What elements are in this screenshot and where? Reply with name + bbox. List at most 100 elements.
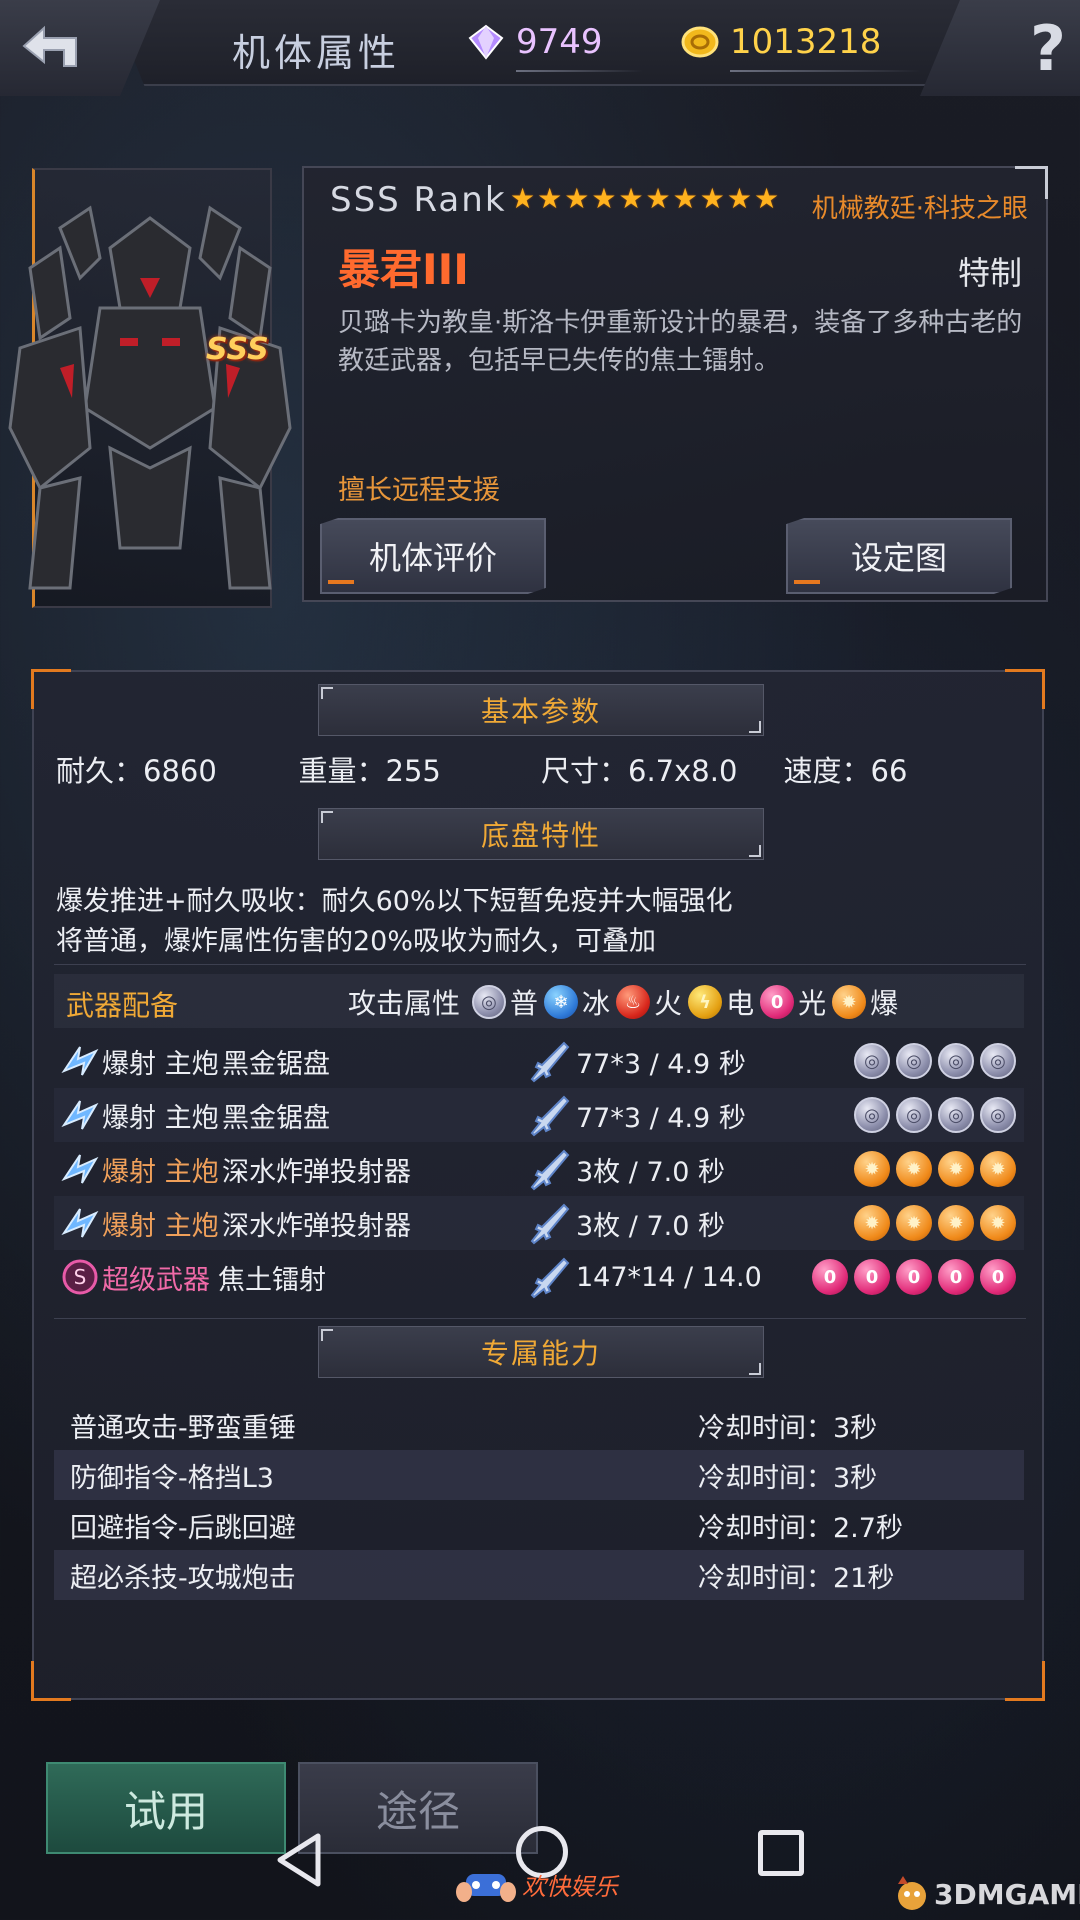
weapon-row[interactable]: 爆射 主炮 黑金锯盘 77*3 / 4.9 秒 ◎ ◎ ◎ ◎ — [54, 1034, 1024, 1088]
gem-icon — [468, 24, 504, 60]
gem-underline — [516, 70, 643, 72]
back-button[interactable] — [0, 0, 160, 96]
star-icon: ★ — [564, 182, 590, 215]
mech-name: 暴君III — [338, 245, 469, 294]
star-icon: ★ — [537, 182, 563, 215]
mech-review-button[interactable]: 机体评价 — [320, 518, 546, 594]
light-element-icon: 0 — [938, 1259, 974, 1295]
corner-accent — [31, 1661, 71, 1701]
weapons-header-row: 武器配备 攻击属性 ◎ 普 ❄ 冰 ♨ 火 ϟ电 0光 ✹ 爆 — [54, 974, 1024, 1028]
blast-element-icon: ✹ — [980, 1205, 1016, 1241]
ability-cooldown: 冷却时间：3秒 — [698, 1462, 878, 1494]
top-bar: 机体属性 9749 1013218 ? — [0, 0, 1080, 100]
nav-back-icon[interactable] — [270, 1830, 330, 1890]
normal-element-icon: ◎ — [854, 1097, 890, 1133]
weapon-category: 爆射 主炮 — [102, 1210, 219, 1242]
ability-row[interactable]: 防御指令-格挡L3 冷却时间：3秒 — [54, 1450, 1024, 1500]
star-rating: ★ ★ ★ ★ ★ ★ ★ ★ ★ ★ — [510, 182, 779, 215]
normal-element-icon: ◎ — [938, 1097, 974, 1133]
sword-icon — [530, 1041, 570, 1083]
weight-stat: 重量：255 — [298, 754, 441, 788]
legend-fire: ♨ 火 — [616, 982, 684, 1022]
weapon-row[interactable]: 爆射 主炮 深水炸弹投射器 3枚 / 7.0 秒 ✹ ✹ ✹ ✹ — [54, 1142, 1024, 1196]
gold-value: 1013218 — [730, 22, 882, 62]
sword-icon — [530, 1149, 570, 1191]
weapons-list: 爆射 主炮 黑金锯盘 77*3 / 4.9 秒 ◎ ◎ ◎ ◎ 爆射 主炮 黑金锯盘 77*3 /… — [54, 1034, 1024, 1304]
weapon-damage: 77*3 / 4.9 秒 — [576, 1102, 746, 1134]
normal-element-icon: ◎ — [854, 1043, 890, 1079]
light-element-icon: 0 — [854, 1259, 890, 1295]
chassis-line-2: 将普通，爆炸属性伤害的20%吸收为耐久，可叠加 — [56, 926, 657, 957]
durability-stat: 耐久：6860 — [56, 754, 217, 788]
legend-normal: ◎ 普 — [472, 982, 540, 1022]
weapon-name: 黑金锯盘 — [222, 1048, 330, 1080]
star-icon: ★ — [618, 182, 644, 215]
rank-badge: SSS — [206, 332, 269, 367]
attributes-panel: 基本参数 耐久：6860 重量：255 尺寸：6.7x8.0 速度：66 底盘特… — [31, 669, 1045, 1701]
divider — [54, 964, 1026, 965]
ability-row[interactable]: 普通攻击-野蛮重锤 冷却时间：3秒 — [54, 1400, 1024, 1450]
gold-counter: 1013218 — [680, 14, 922, 72]
blast-shot-icon — [61, 1046, 99, 1076]
svg-text:S: S — [74, 1265, 87, 1289]
ability-row[interactable]: 超必杀技-攻城炮击 冷却时间：21秒 — [54, 1550, 1024, 1600]
legend-ice: ❄ 冰 — [544, 982, 612, 1022]
weapon-damage: 3枚 / 7.0 秒 — [576, 1210, 725, 1242]
super-weapon-icon: S — [62, 1259, 98, 1295]
weapon-row[interactable]: 爆射 主炮 黑金锯盘 77*3 / 4.9 秒 ◎ ◎ ◎ ◎ — [54, 1088, 1024, 1142]
light-element-icon: 0 — [896, 1259, 932, 1295]
weapon-category: 爆射 主炮 — [102, 1156, 219, 1188]
weapon-name: 深水炸弹投射器 — [222, 1156, 411, 1188]
mech-specialty: 擅长远程支援 — [338, 475, 500, 506]
weapons-title: 武器配备 — [66, 989, 179, 1022]
corner-accent — [1005, 1661, 1045, 1701]
blast-shot-icon — [61, 1208, 99, 1238]
ability-cooldown: 冷却时间：3秒 — [698, 1412, 878, 1444]
sword-icon — [530, 1095, 570, 1137]
basic-params-header: 基本参数 — [318, 684, 764, 736]
watermark-right-text: 3DMGAME — [934, 1877, 1080, 1911]
blast-shot-icon — [61, 1100, 99, 1130]
star-icon: ★ — [645, 182, 671, 215]
star-icon: ★ — [726, 182, 752, 215]
chassis-line-1: 爆发推进+耐久吸收：耐久60%以下短暂免疫并大幅强化 — [56, 886, 733, 917]
weapon-row[interactable]: S 超级武器 焦土镭射 147*14 / 14.0 0 0 0 0 0 — [54, 1250, 1024, 1304]
sword-icon — [530, 1257, 570, 1299]
normal-element-icon: ◎ — [472, 985, 507, 1019]
gamepad-hands-icon — [456, 1874, 516, 1902]
lightning-element-icon: ϟ — [688, 985, 723, 1019]
legend-light: 0光 — [760, 982, 828, 1022]
element-slots: 00000 — [812, 1259, 1016, 1295]
gold-coin-icon — [681, 26, 719, 58]
blast-element-icon: ✹ — [938, 1151, 974, 1187]
nav-recents-icon[interactable] — [758, 1830, 804, 1876]
normal-element-icon: ◎ — [896, 1097, 932, 1133]
light-element-icon: 0 — [980, 1259, 1016, 1295]
attack-attributes: 攻击属性 ◎ 普 ❄ 冰 ♨ 火 ϟ电 0光 ✹ 爆 — [348, 982, 904, 1022]
corner-accent — [1005, 669, 1045, 709]
weapon-row[interactable]: 爆射 主炮 深水炸弹投射器 3枚 / 7.0 秒 ✹ ✹ ✹ ✹ — [54, 1196, 1024, 1250]
weapon-name: 焦土镭射 — [218, 1264, 326, 1296]
concept-art-button[interactable]: 设定图 — [786, 518, 1012, 594]
weapon-name: 黑金锯盘 — [222, 1102, 330, 1134]
ability-row[interactable]: 回避指令-后跳回避 冷却时间：2.7秒 — [54, 1500, 1024, 1550]
blast-element-icon: ✹ — [896, 1151, 932, 1187]
gold-underline — [730, 70, 922, 72]
star-icon: ★ — [753, 182, 780, 215]
mech-portrait: SSS — [0, 168, 300, 608]
watermark-right: 3DMGAME — [890, 1874, 1080, 1914]
weapon-damage: 147*14 / 14.0 — [576, 1261, 762, 1293]
mech-image — [8, 205, 292, 590]
light-element-icon: 0 — [812, 1259, 848, 1295]
star-icon: ★ — [699, 182, 725, 215]
mech-type: 特制 — [957, 254, 1022, 292]
3dm-logo-icon — [898, 1876, 926, 1910]
legend-label: 电 — [726, 987, 755, 1020]
blast-element-icon: ✹ — [938, 1205, 974, 1241]
element-slots: ✹ ✹ ✹ ✹ — [854, 1151, 1016, 1187]
legend-label: 火 — [654, 987, 683, 1020]
gem-counter: 9749 — [466, 14, 643, 72]
ability-cooldown: 冷却时间：2.7秒 — [698, 1512, 903, 1544]
weapon-category: 超级武器 — [102, 1264, 210, 1296]
blast-shot-icon — [61, 1154, 99, 1184]
